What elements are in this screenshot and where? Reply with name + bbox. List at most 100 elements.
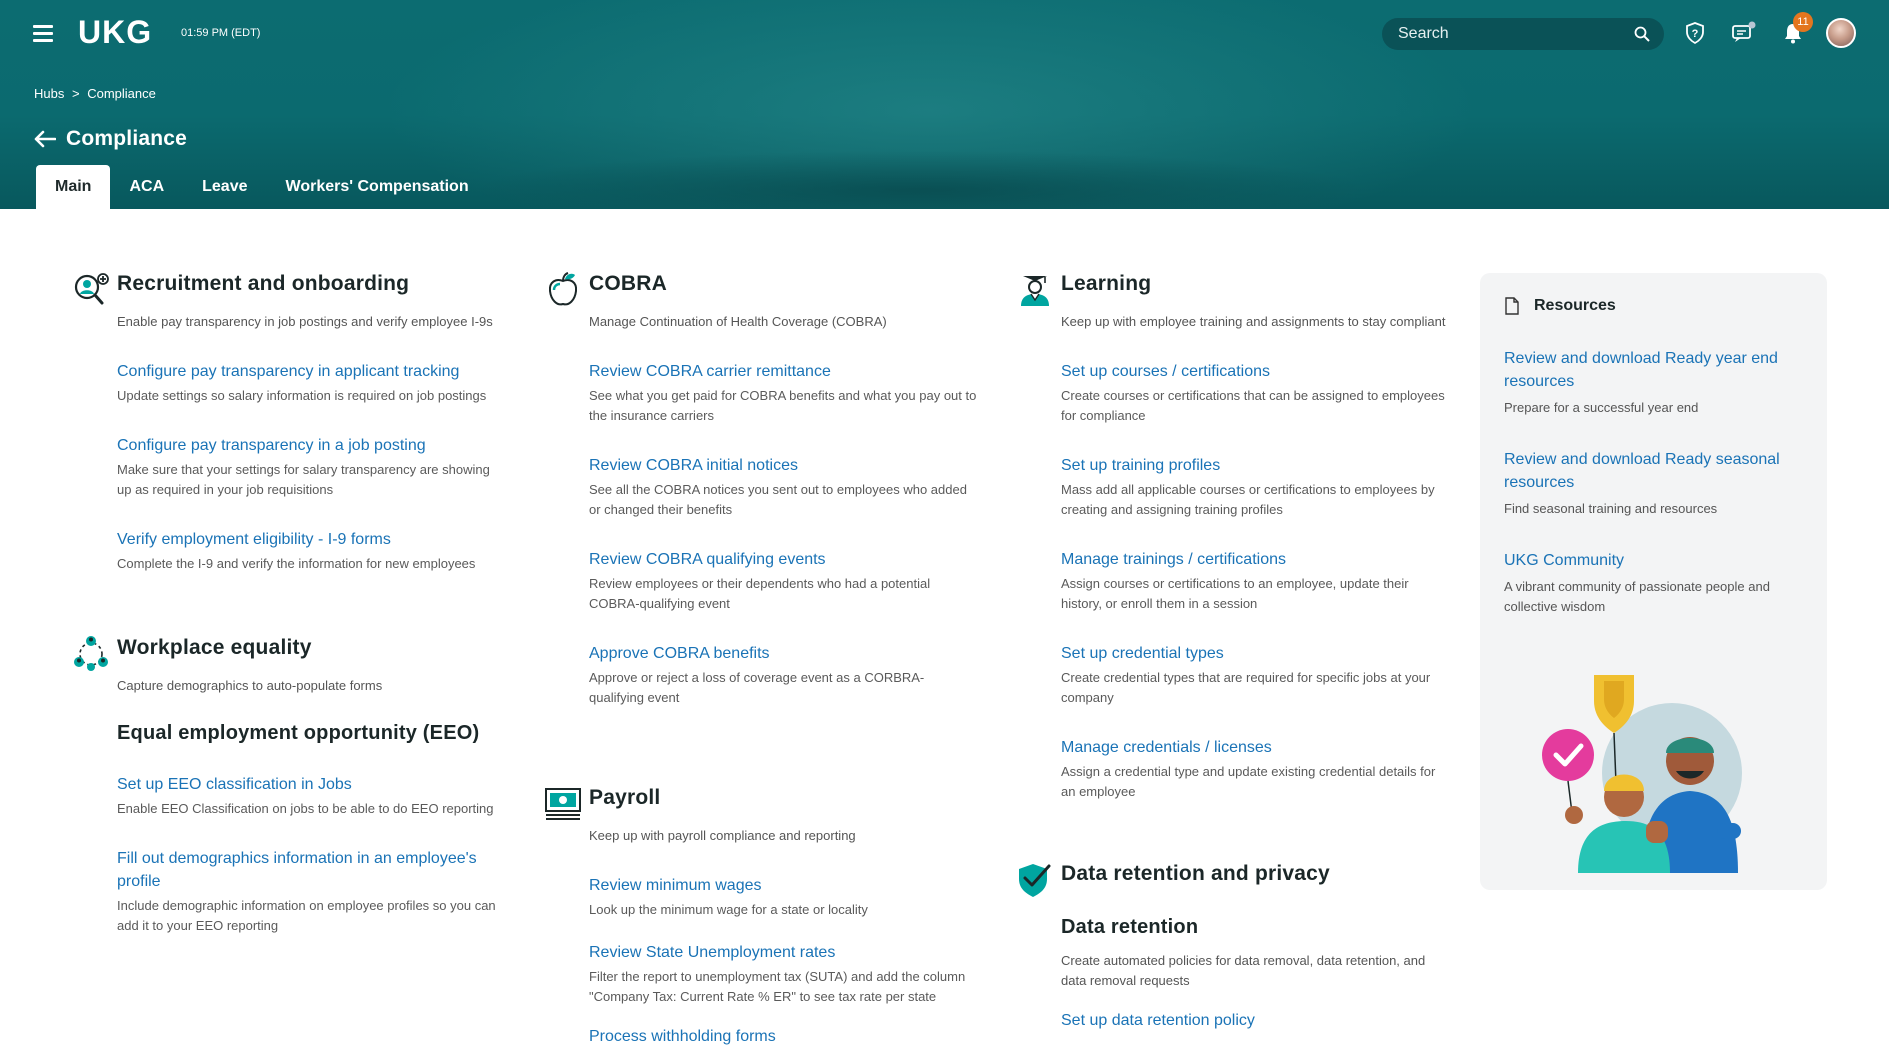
column-cobra-payroll: COBRA Manage Continuation of Health Cove… bbox=[545, 270, 979, 1048]
configure-pay-transparency-posting-link[interactable]: Configure pay transparency in a job post… bbox=[117, 434, 497, 457]
resources-title: Resources bbox=[1534, 297, 1616, 314]
review-cobra-qualifying-events-link[interactable]: Review COBRA qualifying events bbox=[589, 548, 979, 571]
section-cobra: COBRA Manage Continuation of Health Cove… bbox=[548, 270, 979, 708]
review-state-unemployment-rates-link[interactable]: Review State Unemployment rates bbox=[589, 941, 979, 964]
resource-item: Review and download Ready seasonal resou… bbox=[1504, 448, 1803, 519]
verify-employment-eligibility-link[interactable]: Verify employment eligibility - I-9 form… bbox=[117, 528, 497, 551]
list-item: Verify employment eligibility - I-9 form… bbox=[117, 528, 497, 574]
list-item: Review minimum wages Look up the minimum… bbox=[589, 874, 979, 920]
item-description: Mass add all applicable courses or certi… bbox=[1061, 482, 1435, 517]
list-item: Manage trainings / certifications Assign… bbox=[1061, 548, 1451, 614]
menu-icon[interactable] bbox=[33, 25, 53, 43]
item-description: Include demographic information on emplo… bbox=[117, 898, 496, 933]
item-description: Filter the report to unemployment tax (S… bbox=[589, 969, 966, 1004]
page-title-row: Compliance bbox=[34, 127, 187, 151]
resource-description: Find seasonal training and resources bbox=[1504, 501, 1718, 516]
svg-text:?: ? bbox=[1692, 28, 1699, 40]
review-cobra-carrier-remittance-link[interactable]: Review COBRA carrier remittance bbox=[589, 360, 979, 383]
data-retention-subheading: Data retention bbox=[1061, 916, 1199, 938]
list-item: Review COBRA carrier remittance See what… bbox=[589, 360, 979, 426]
people-celebration-illustration bbox=[1542, 675, 1742, 873]
list-item: Approve COBRA benefits Approve or reject… bbox=[589, 642, 979, 708]
item-description: Assign courses or certifications to an e… bbox=[1061, 576, 1409, 611]
list-item: Review COBRA qualifying events Review em… bbox=[589, 548, 979, 614]
section-description: Keep up with payroll compliance and repo… bbox=[589, 828, 856, 843]
section-title: Workplace equality bbox=[117, 636, 312, 659]
people-network-icon bbox=[74, 636, 108, 671]
back-arrow-icon[interactable] bbox=[34, 130, 56, 148]
section-title: Payroll bbox=[589, 786, 661, 809]
breadcrumb-separator: > bbox=[71, 86, 80, 101]
manage-trainings-link[interactable]: Manage trainings / certifications bbox=[1061, 548, 1451, 571]
section-description: Create automated policies for data remov… bbox=[1061, 953, 1426, 988]
resources-header: Resources bbox=[1504, 297, 1803, 315]
ukg-community-link[interactable]: UKG Community bbox=[1504, 549, 1803, 572]
help-icon[interactable]: ? bbox=[1680, 18, 1710, 48]
ready-seasonal-link[interactable]: Review and download Ready seasonal resou… bbox=[1504, 448, 1803, 494]
item-description: Enable EEO Classification on jobs to be … bbox=[117, 801, 494, 816]
resource-item: UKG Community A vibrant community of pas… bbox=[1504, 549, 1803, 617]
list-item: Set up credential types Create credentia… bbox=[1061, 642, 1451, 708]
document-icon bbox=[1505, 297, 1519, 315]
list-item: Set up EEO classification in Jobs Enable… bbox=[117, 773, 497, 819]
list-item: Set up courses / certifications Create c… bbox=[1061, 360, 1451, 426]
item-description: Create credential types that are require… bbox=[1061, 670, 1431, 705]
item-description: Look up the minimum wage for a state or … bbox=[589, 902, 868, 917]
manage-credentials-link[interactable]: Manage credentials / licenses bbox=[1061, 736, 1451, 759]
list-item: Configure pay transparency in a job post… bbox=[117, 434, 497, 500]
section-payroll: Payroll Keep up with payroll compliance … bbox=[545, 784, 979, 1048]
resource-description: Prepare for a successful year end bbox=[1504, 400, 1699, 415]
tab-workers-compensation[interactable]: Workers' Compensation bbox=[267, 165, 488, 209]
list-item: Set up data retention policy bbox=[1061, 1009, 1451, 1032]
page-title: Compliance bbox=[66, 127, 188, 150]
current-time: 01:59 PM (EDT) bbox=[181, 27, 261, 39]
tab-leave[interactable]: Leave bbox=[183, 165, 266, 209]
item-description: See what you get paid for COBRA benefits… bbox=[589, 388, 977, 423]
breadcrumb-hubs[interactable]: Hubs bbox=[34, 86, 64, 101]
tab-main[interactable]: Main bbox=[36, 165, 111, 209]
item-description: Assign a credential type and update exis… bbox=[1061, 764, 1436, 799]
search-box[interactable] bbox=[1382, 18, 1664, 50]
payroll-icon bbox=[545, 788, 581, 820]
avatar[interactable] bbox=[1826, 18, 1856, 48]
section-recruitment: Recruitment and onboarding Enable pay tr… bbox=[74, 270, 497, 574]
tab-aca[interactable]: ACA bbox=[110, 165, 183, 209]
section-data-retention: Data retention and privacy Data retentio… bbox=[1019, 860, 1451, 1032]
list-item: Review State Unemployment rates Filter t… bbox=[589, 941, 979, 1007]
configure-pay-transparency-tracking-link[interactable]: Configure pay transparency in applicant … bbox=[117, 360, 497, 383]
approve-cobra-benefits-link[interactable]: Approve COBRA benefits bbox=[589, 642, 979, 665]
set-up-credential-types-link[interactable]: Set up credential types bbox=[1061, 642, 1451, 665]
item-description: Create courses or certifications that ca… bbox=[1061, 388, 1445, 423]
set-up-eeo-classification-link[interactable]: Set up EEO classification in Jobs bbox=[117, 773, 497, 796]
search-icon[interactable] bbox=[1634, 26, 1650, 42]
list-item: Fill out demographics information in an … bbox=[117, 847, 497, 936]
chat-icon[interactable] bbox=[1729, 18, 1759, 48]
graduate-icon bbox=[1021, 276, 1049, 306]
shield-check-icon bbox=[1019, 864, 1051, 897]
breadcrumb: Hubs > Compliance bbox=[34, 86, 160, 101]
search-input[interactable] bbox=[1398, 25, 1618, 43]
section-description: Manage Continuation of Health Coverage (… bbox=[589, 314, 887, 329]
review-cobra-initial-notices-link[interactable]: Review COBRA initial notices bbox=[589, 454, 979, 477]
tab-bar: Main ACA Leave Workers' Compensation bbox=[36, 165, 488, 209]
ukg-logo[interactable]: UKG bbox=[78, 14, 152, 51]
section-title: Recruitment and onboarding bbox=[117, 272, 410, 295]
fill-out-demographics-link[interactable]: Fill out demographics information in an … bbox=[117, 847, 497, 893]
banner-shadow bbox=[470, 150, 1370, 209]
review-minimum-wages-link[interactable]: Review minimum wages bbox=[589, 874, 979, 897]
item-description: Approve or reject a loss of coverage eve… bbox=[589, 670, 925, 705]
column-learning-privacy: Learning Keep up with employee training … bbox=[1019, 270, 1451, 1032]
section-description: Capture demographics to auto-populate fo… bbox=[117, 678, 383, 693]
set-up-courses-link[interactable]: Set up courses / certifications bbox=[1061, 360, 1451, 383]
item-description: Update settings so salary information is… bbox=[117, 388, 487, 403]
section-workplace-equality: Workplace equality Capture demographics … bbox=[74, 634, 497, 936]
apple-icon bbox=[548, 272, 578, 306]
ready-year-end-link[interactable]: Review and download Ready year end resou… bbox=[1504, 347, 1803, 393]
process-withholding-forms-link[interactable]: Process withholding forms bbox=[589, 1025, 979, 1048]
column-recruitment-equality: Recruitment and onboarding Enable pay tr… bbox=[74, 270, 497, 936]
set-up-training-profiles-link[interactable]: Set up training profiles bbox=[1061, 454, 1451, 477]
item-description: Review employees or their dependents who… bbox=[589, 576, 931, 611]
section-title: Data retention and privacy bbox=[1061, 862, 1330, 885]
set-up-data-retention-policy-link[interactable]: Set up data retention policy bbox=[1061, 1009, 1451, 1032]
section-title: Learning bbox=[1061, 272, 1152, 295]
